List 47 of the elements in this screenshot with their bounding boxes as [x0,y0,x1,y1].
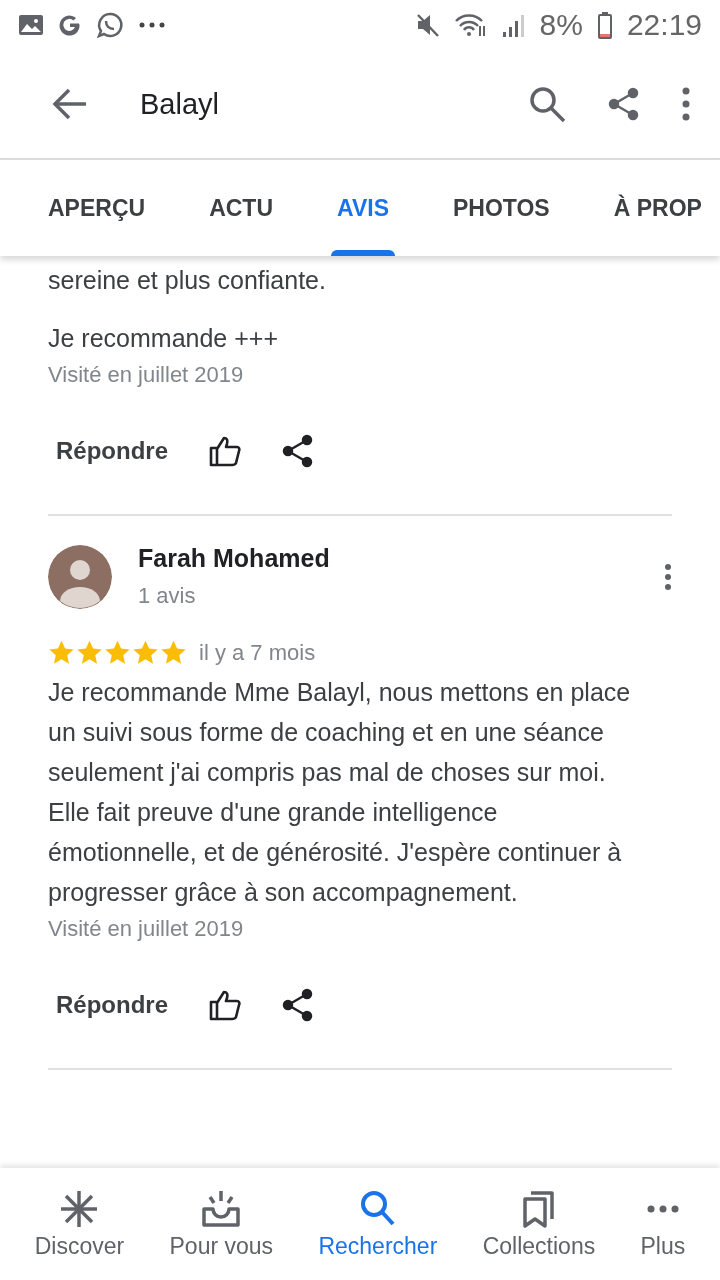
tab[interactable]: AVIS [305,160,421,256]
share-icon[interactable] [608,87,640,121]
review-count: 1 avis [138,583,197,609]
visit-date: Visité en juillet 2019 [48,362,245,388]
signal-icon [501,12,526,38]
tab[interactable]: ACTU [177,160,305,256]
star-icon [132,639,159,666]
star-icon [48,639,75,666]
star-icon [160,639,187,666]
more-icon [138,21,166,29]
asterisk-icon [59,1188,100,1229]
battery-icon [596,11,613,39]
battery-percent: 8% [539,8,583,42]
share-icon[interactable] [282,434,314,468]
tab[interactable]: APERÇU [0,160,178,256]
tab[interactable]: PHOTOS [421,160,582,256]
chat-bubble-icon [96,11,124,39]
tab[interactable]: À PROP [581,160,720,256]
thumbs-up-icon[interactable] [208,988,242,1022]
share-icon[interactable] [282,988,314,1022]
review-time: il y a 7 mois [199,639,316,666]
visit-date: Visité en juillet 2019 [48,916,245,942]
review-text: Je recommande Mme Balayl, nous mettons en place un suivi sous forme de coaching et en une séance seulement j'ai compris pas mal de choses sur moi. Elle fait preuve d'une grande intelligence émotionnelle, et de générosité. J'espère continuer à progresser grâce à son accompagnement. [48,677,632,908]
nav-item[interactable]: Discover [34,1188,125,1260]
review-text: sereine et plus confiante. [48,265,327,296]
muted-icon [415,12,440,38]
overflow-menu-icon[interactable] [682,87,690,121]
thumbs-up-icon[interactable] [208,434,242,468]
nav-item[interactable]: Plus [640,1188,686,1260]
review-text: Je recommande +++ [48,323,279,354]
reply-button[interactable]: Répondre [56,437,168,465]
search-icon[interactable] [528,85,566,123]
avatar-icon [48,544,112,609]
star-icon [76,639,103,666]
nav-item[interactable]: Rechercher [318,1188,438,1260]
overflow-menu-icon[interactable] [664,562,672,591]
page-title: Balayl [140,87,220,121]
image-icon [18,13,44,37]
reviewer-name: Farah Mohamed [138,544,331,573]
clock-time: 22:19 [626,8,702,42]
star-icon [104,639,131,666]
nav-item[interactable]: Collections [482,1188,596,1260]
reply-button[interactable]: Répondre [56,991,168,1019]
inbox-icon [201,1188,242,1229]
g-logo-icon [58,13,82,37]
wifi-icon [453,12,488,38]
nav-item[interactable]: Pour vous [169,1188,274,1260]
